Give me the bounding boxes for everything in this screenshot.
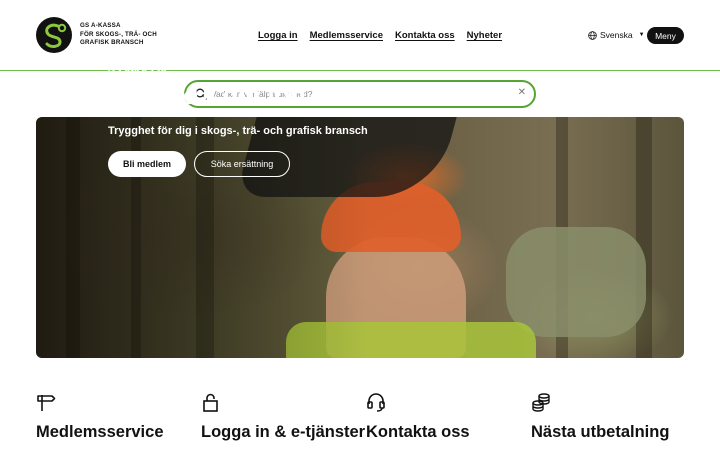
quick-link-label: Logga in & e-tjänster — [201, 423, 366, 441]
menu-button[interactable]: Meny — [647, 27, 684, 44]
apply-compensation-button[interactable]: Söka ersättning — [194, 151, 290, 177]
gs-logo-icon[interactable] — [36, 17, 72, 53]
headset-icon — [367, 393, 385, 412]
hero-title: Försäkra din lön — [108, 80, 306, 110]
quick-link-label: Medlemsservice — [36, 423, 164, 441]
site-header: GS A-KASSA FÖR SKOGS-, TRÄ- OCH GRAFISK … — [0, 0, 720, 71]
hero-eyebrow: GS A-KASSA — [108, 65, 168, 75]
lock-icon — [203, 393, 218, 412]
caret-down-icon: ▼ — [638, 32, 645, 38]
quick-link-label: Kontakta oss — [366, 423, 470, 441]
language-selector[interactable]: Svenska ▼ — [588, 30, 645, 40]
become-member-button[interactable]: Bli medlem — [108, 151, 186, 177]
brand-line: GRAFISK BRANSCH — [80, 39, 144, 47]
language-label: Svenska — [600, 30, 633, 40]
hero-image — [506, 227, 646, 337]
nav-link-medlemsservice[interactable]: Medlemsservice — [310, 30, 383, 41]
brand-line: FÖR SKOGS-, TRÄ- OCH — [80, 30, 157, 38]
close-icon[interactable]: ✕ — [518, 87, 526, 98]
nav-link-nyheter[interactable]: Nyheter — [467, 30, 502, 41]
brand-line: GS A-KASSA — [80, 22, 121, 29]
hero-subtitle: Trygghet för dig i skogs-, trä- och graf… — [108, 125, 368, 137]
nav-link-kontakta-oss[interactable]: Kontakta oss — [395, 30, 455, 41]
brand-name[interactable]: GS A-KASSA FÖR SKOGS-, TRÄ- OCH GRAFISK … — [80, 22, 157, 48]
globe-icon — [588, 30, 597, 40]
signpost-icon — [37, 395, 56, 411]
nav-link-logga-in[interactable]: Logga in — [258, 30, 298, 41]
coins-icon — [532, 393, 550, 412]
main-nav: Logga in Medlemsservice Kontakta oss Nyh… — [258, 30, 502, 41]
hero-image — [636, 117, 652, 358]
quick-link-label: Nästa utbetalning — [531, 423, 670, 441]
